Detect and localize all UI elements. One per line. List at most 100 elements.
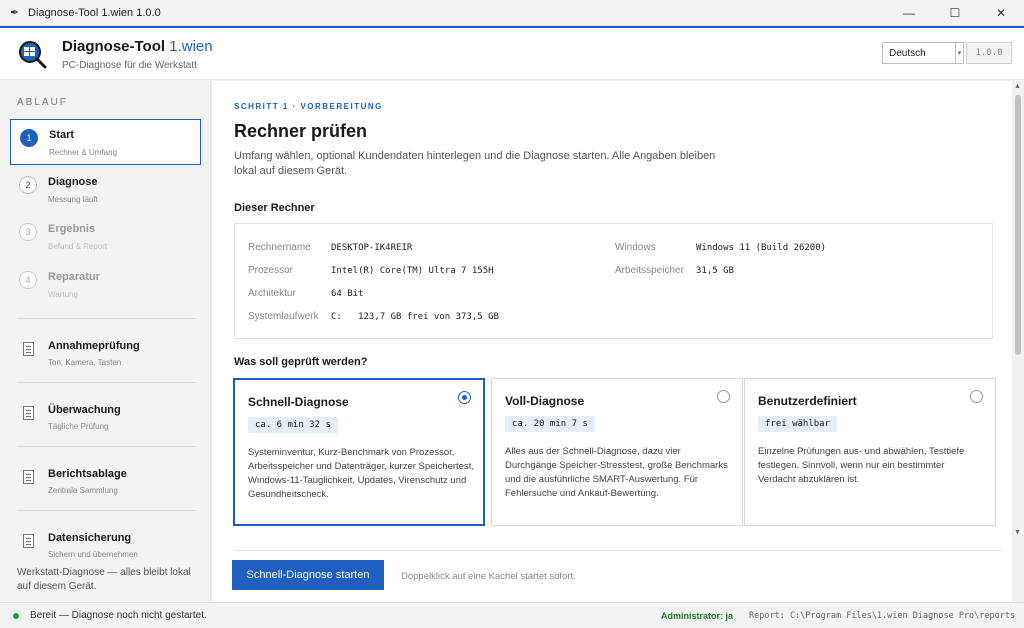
feather-icon: ✒ [10,7,20,19]
info-architektur: Architektur 64 Bit [248,288,364,299]
duration-badge: frei wählbar [758,416,838,432]
tool-berichtsablage[interactable]: Berichtsablage Zentrale Sammlung [10,458,201,504]
tool-label: Datensicherung [48,532,132,544]
option-description: Systeminventur, Kurz-Benchmark von Proze… [248,447,475,500]
version-field: 1.0.0 [966,42,1012,64]
window-titlebar: ✒ Diagnose-Tool 1.wien 1.0.0 — ☐ ✕ [0,0,1024,26]
step-number: 4 [19,271,37,289]
sidebar-footer: Werkstatt-Diagnose — alles bleibt lokal … [0,560,210,602]
tool-ueberwachung[interactable]: Überwachung Tägliche Prüfung [10,394,201,440]
computer-section-header: Dieser Rechner [234,202,315,214]
main-scrollbar[interactable]: ▲ ▼ [1012,81,1024,602]
minimize-button[interactable]: — [886,0,932,26]
admin-status: Administrator: ja [661,611,734,621]
app-header: Diagnose-Tool 1.wien PC-Diagnose für die… [0,28,1024,80]
option-voll-diagnose[interactable]: Voll-Diagnose ca. 20 min 7 s Alles aus d… [491,378,743,526]
step-sub: Befund & Report [48,242,108,251]
info-value: 64 Bit [331,289,364,299]
scroll-down-icon[interactable]: ▼ [1014,529,1021,536]
clipboard-icon [23,406,34,420]
info-prozessor: Prozessor Intel(R) Core(TM) Ultra 7 155H [248,265,494,276]
sidebar-divider [17,318,196,319]
tool-label: Berichtsablage [48,468,127,480]
duration-badge: ca. 6 min 32 s [248,417,338,433]
clipboard-icon [23,534,34,548]
info-systemlaufwerk: Systemlaufwerk C: 123,7 GB frei von 373,5… [248,311,499,322]
step-reparatur[interactable]: 4 Reparatur Wartung [10,262,201,308]
step-label: Ergebnis [48,223,96,235]
report-path: Report: C:\Program Files\1.wien Diagnose… [749,611,1016,621]
start-diagnose-button[interactable]: Schnell-Diagnose starten [232,560,384,590]
option-title: Schnell-Diagnose [248,395,349,409]
info-value: 31,5 GB [696,266,734,276]
step-sub: Rechner & Umfang [49,148,118,157]
option-radio[interactable] [970,390,983,403]
app-title-accent: 1.wien [169,38,213,55]
option-radio[interactable] [717,390,730,403]
status-text: Bereit — Diagnose noch nicht gestartet. [30,610,207,621]
language-select[interactable]: Deutsch ▾ [882,42,964,64]
tool-sub: Zentrale Sammlung [48,486,118,495]
app-subtitle: PC-Diagnose für die Werkstatt [62,60,197,71]
tool-label: Überwachung [48,404,121,416]
info-arbeitsspeicher: Arbeitsspeicher 31,5 GB [615,265,734,276]
start-hint: Doppelklick auf eine Kachel startet sofo… [401,571,576,582]
sidebar-divider [17,382,196,383]
option-title: Benutzerdefiniert [758,394,857,408]
step-ergebnis[interactable]: 3 Ergebnis Befund & Report [10,214,201,260]
step-sub: Messung läuft [48,195,98,204]
info-label: Windows [615,242,656,253]
step-label: Start [49,129,75,141]
sidebar-divider [17,446,196,447]
option-radio[interactable] [458,391,471,404]
page-title: Rechner prüfen [234,121,368,141]
step-number: 3 [19,223,37,241]
step-sub: Wartung [48,290,78,299]
language-value: Deutsch [889,47,926,59]
option-title: Voll-Diagnose [505,394,585,408]
info-value: C: 123,7 GB frei von 373,5 GB [331,312,499,322]
options-section-header: Was soll geprüft werden? [234,356,368,368]
scroll-up-icon[interactable]: ▲ [1014,83,1021,90]
computer-info-card: Rechnername DESKTOP-IK4REIR Prozessor Inte… [234,223,993,339]
info-value: DESKTOP-IK4REIR [331,243,413,253]
scrollbar-thumb[interactable] [1015,95,1021,355]
sidebar: ABLAUF 1 Start Rechner & Umfang 2 Diagno… [0,81,211,602]
sidebar-divider [17,510,196,511]
tool-sub: Sichern und übernehmen [48,550,138,559]
tool-label: Annahmeprüfung [48,340,140,352]
option-benutzerdefiniert[interactable]: Benutzerdefiniert frei wählbar Einzelne … [744,378,996,526]
status-bar: Bereit — Diagnose noch nicht gestartet. … [0,602,1024,628]
option-schnell-diagnose[interactable]: Schnell-Diagnose ca. 6 min 32 s Systemin… [233,378,485,526]
content-divider [234,550,1001,551]
close-button[interactable]: ✕ [978,0,1024,26]
tool-sub: Tägliche Prüfung [48,422,109,431]
step-number: 1 [20,129,38,147]
tool-annahmepruefung[interactable]: Annahmeprüfung Ton, Kamera, Tasten [10,330,201,376]
duration-badge: ca. 20 min 7 s [505,416,595,432]
diagnose-logo-icon [19,41,47,69]
step-label: Reparatur [48,271,100,283]
app-title-main: Diagnose-Tool [62,38,166,55]
info-label: Rechnername [248,242,311,253]
main-content: SCHRITT 1 · VORBEREITUNG Rechner prüfen … [212,81,1012,602]
clipboard-icon [23,342,34,356]
tool-sub: Ton, Kamera, Tasten [48,358,122,367]
info-label: Architektur [248,288,296,299]
step-kicker: SCHRITT 1 · VORBEREITUNG [234,102,383,111]
step-start[interactable]: 1 Start Rechner & Umfang [10,119,201,165]
info-label: Systemlaufwerk [248,311,319,322]
sidebar-section-title: ABLAUF [17,97,68,108]
step-diagnose[interactable]: 2 Diagnose Messung läuft [10,167,201,213]
page-description: Umfang wählen, optional Kundendaten hint… [234,150,716,177]
maximize-button[interactable]: ☐ [932,0,978,26]
step-number: 2 [19,176,37,194]
info-label: Arbeitsspeicher [615,265,684,276]
info-rechnername: Rechnername DESKTOP-IK4REIR [248,242,412,253]
clipboard-icon [23,470,34,484]
window-controls: — ☐ ✕ [886,0,1024,26]
info-windows: Windows Windows 11 (Build 26200) [615,242,826,253]
app-title: Diagnose-Tool 1.wien [62,38,213,55]
status-dot-icon [13,613,19,619]
info-value: Intel(R) Core(TM) Ultra 7 155H [331,266,494,276]
